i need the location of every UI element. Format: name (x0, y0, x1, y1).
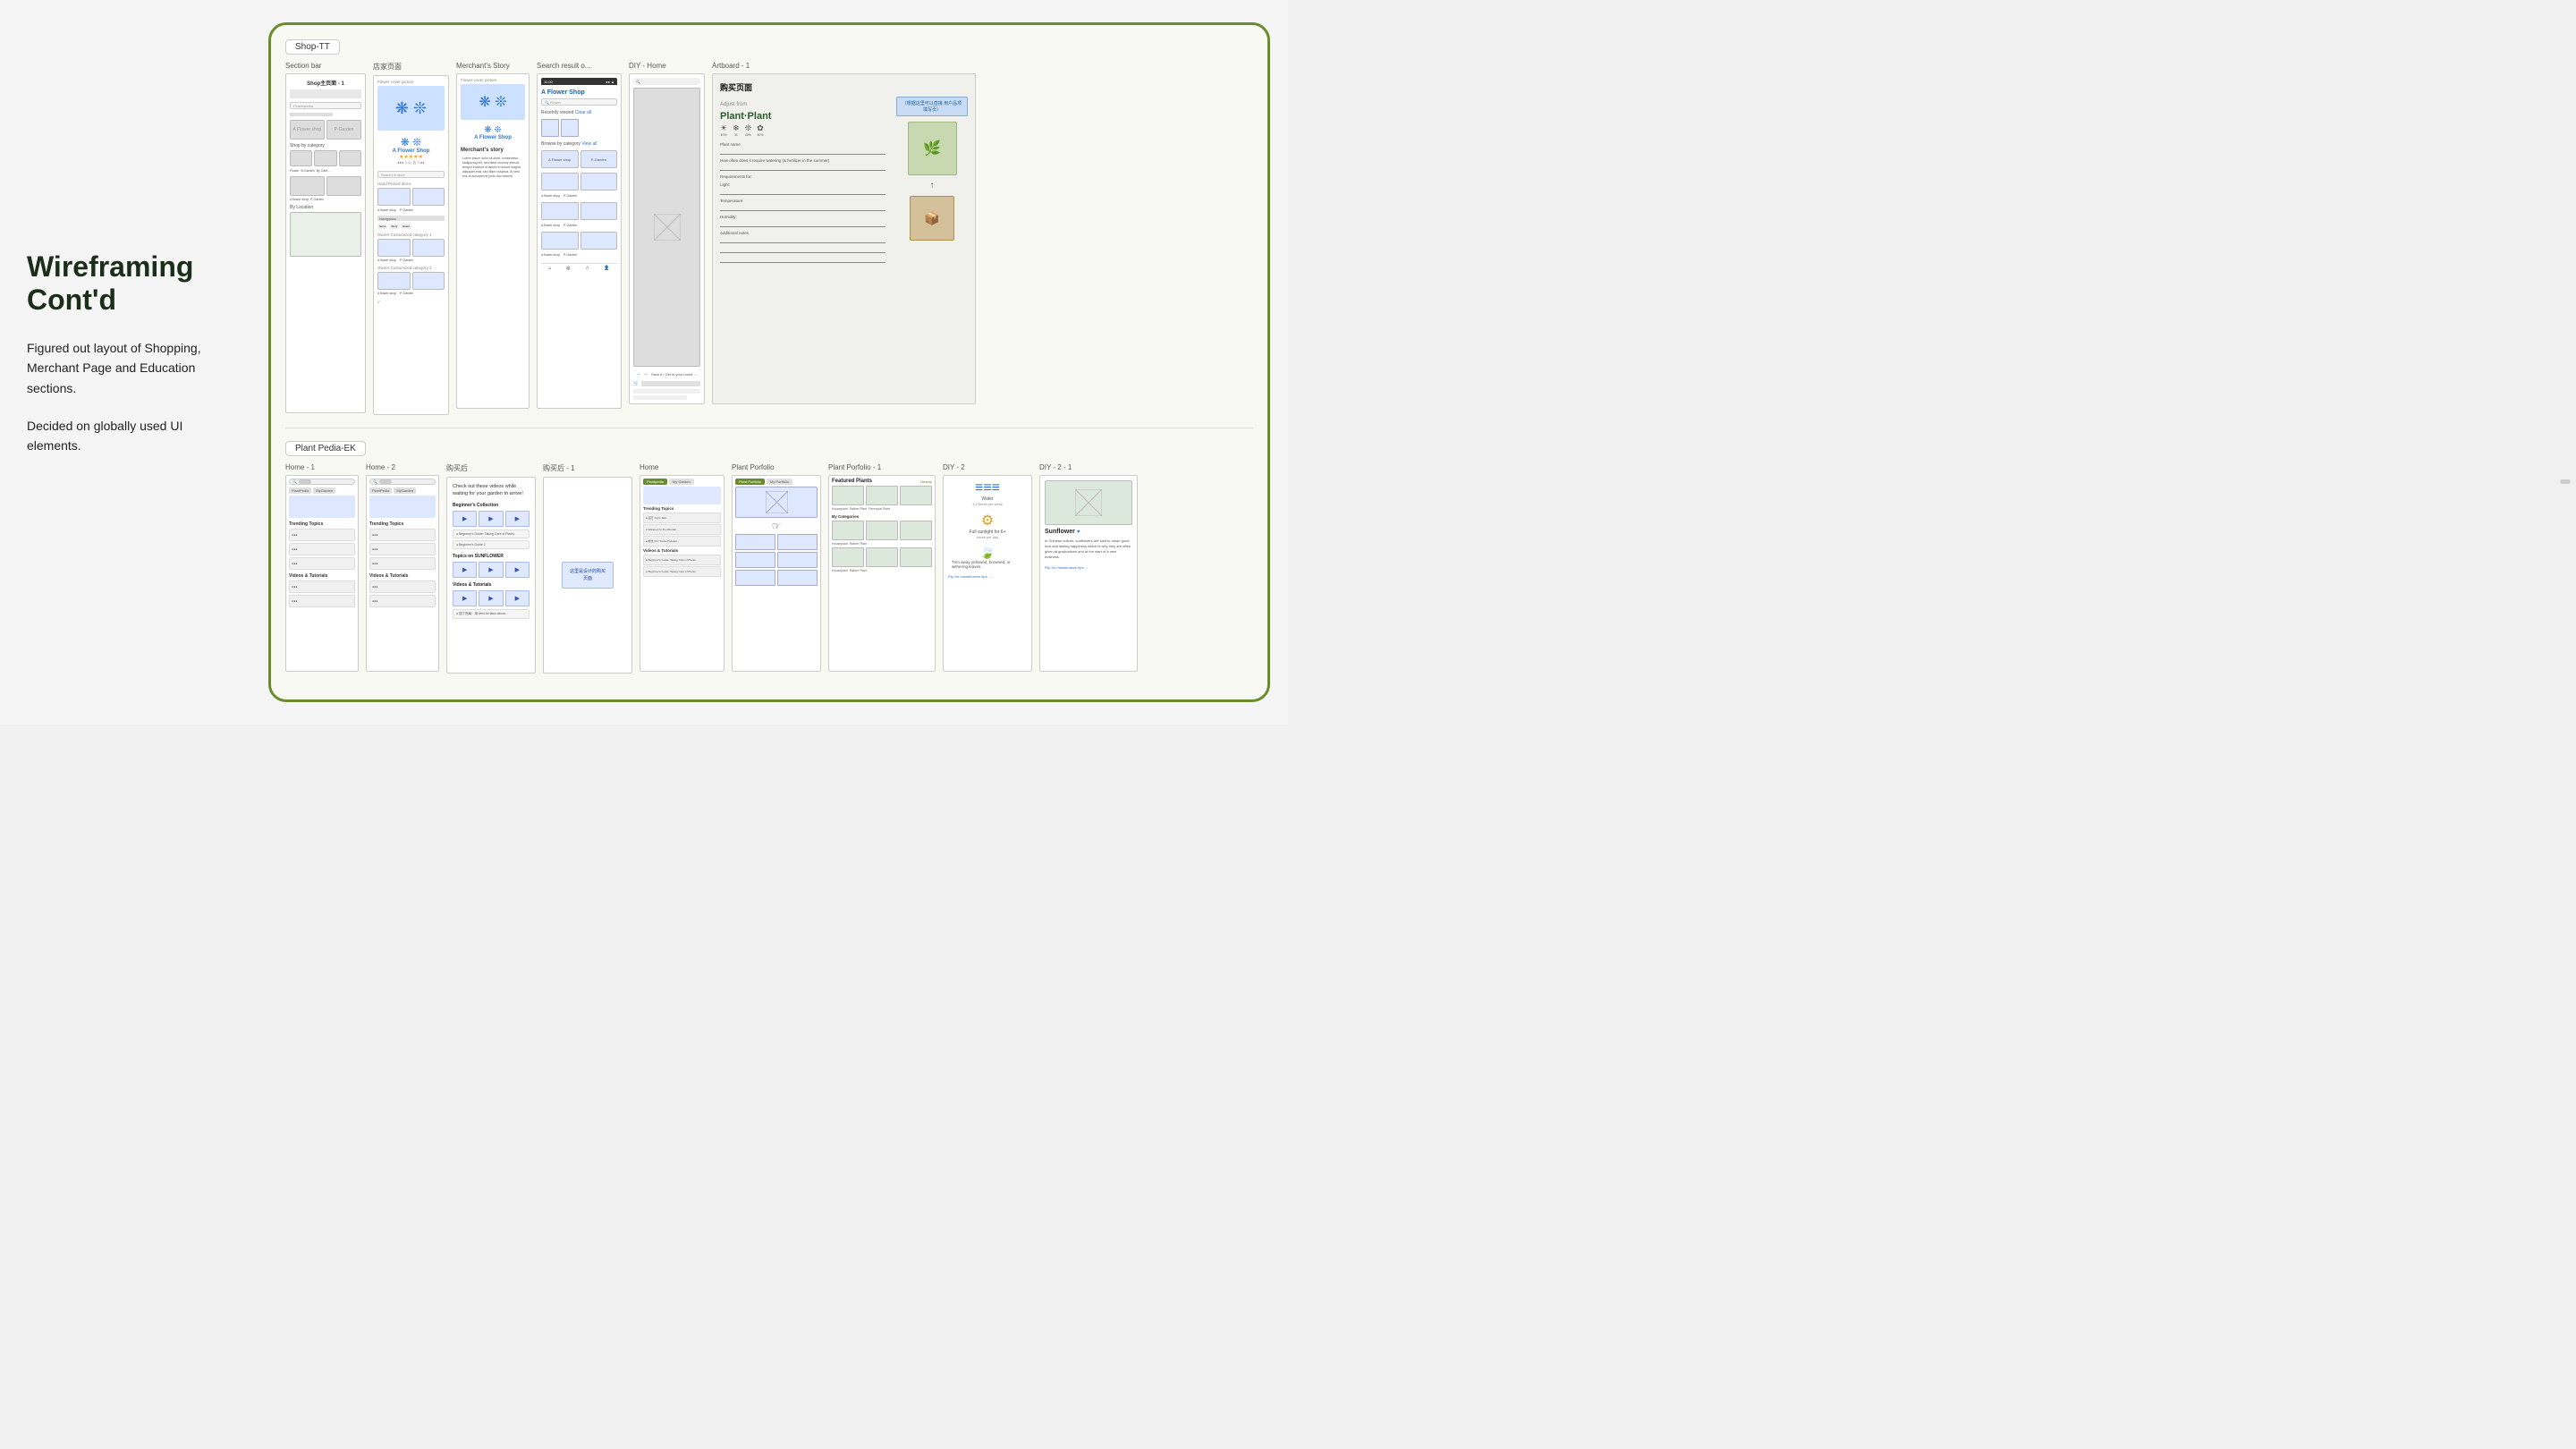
merchant-page-label: 店家页面 (373, 62, 449, 72)
diy-home-top-frame-wrapper: DIY - Home 🔍 (629, 62, 705, 404)
search-result-frame: 11:00 ●● ▲ A Flower Shop 🔍 Flower Recent… (537, 73, 622, 409)
shop-tt-section: Shop-TT Section bar Shop主页面 - 1 Flowerpe… (285, 39, 1253, 415)
artboard-1-frame: 购买页面 Adjust from Plant·Plant (712, 73, 976, 404)
top-frames-row: Section bar Shop主页面 - 1 Flowerpedia A Fl… (285, 62, 1253, 415)
purchase-after-1-wrapper: 购买后 - 1 这里是设计的购买页面 (543, 463, 632, 674)
chinese-label-text: （根据这里可以直接 用户品项填写页） (902, 101, 962, 113)
merchants-story-frame: Flower cover picture ❋ ❊ ❋ ❊ A Flower Sh… (456, 73, 530, 409)
featured-plants-title: Featured Plants (832, 479, 872, 484)
diy-home-top-label: DIY - Home (629, 62, 705, 70)
home-1-frame: 🔍 PlantPedia MyGarden Trending Topics ●●… (285, 475, 359, 672)
description-paragraph-2: Decided on globally used UI elements. (27, 416, 233, 456)
search-result-frame-wrapper: Search result o... 11:00 ●● ▲ A Flower S… (537, 62, 622, 409)
pp-home-frame: Plantpedia My Garden Trending Topics ● 园… (640, 475, 724, 672)
page-container: Wireframing Cont'd Figured out layout of… (0, 0, 1288, 724)
merchants-story-label: Merchant's Story (456, 62, 530, 70)
pp-home-wrapper: Home Plantpedia My Garden Trending Topic… (640, 463, 724, 672)
artboard-1-label: Artboard - 1 (712, 62, 976, 70)
merchant-page-frame: Flower cover picture ❋ ❊ ❋ ❊ A Flower Sh… (373, 75, 449, 415)
plant-portfolio-1-wrapper: Plant Porfolio - 1 Featured Plants Nearb… (828, 463, 936, 672)
shop-tt-label: Shop-TT (285, 39, 340, 55)
purchase-after-1-label: 购买后 - 1 (543, 463, 632, 473)
page-title: Wireframing Cont'd (27, 250, 233, 317)
plant-portfolio-label: Plant Porfolio (732, 463, 821, 471)
plant-portfolio-1-frame: Featured Plants Nearby HouseplantRather … (828, 475, 936, 672)
diy-2-wrapper: DIY - 2 ≡≡≡ Water 1-2 times per week (943, 463, 1032, 672)
home-1-label: Home - 1 (285, 463, 359, 471)
home-2-wrapper: Home - 2 🔍 PlantPedia MyGarden Trending … (366, 463, 439, 672)
pp-home-label: Home (640, 463, 724, 471)
purchase-after-label: 购买后 (446, 463, 536, 473)
section-bar-frame: Shop主页面 - 1 Flowerpedia A Flower shop P-… (285, 73, 366, 413)
plant-portfolio-frame: Plant Portfolio My Portfolio ☞ (732, 475, 821, 672)
left-panel: Wireframing Cont'd Figured out layout of… (18, 233, 242, 492)
description-paragraph-1: Figured out layout of Shopping, Merchant… (27, 338, 233, 398)
purchase-after-frame: Check out these videos while waiting for… (446, 477, 536, 674)
artboard-title: 购买页面 (720, 81, 968, 93)
bottom-frames-row: Home - 1 🔍 PlantPedia MyGarden Trending … (285, 463, 1253, 674)
section-bar-frame-wrapper: Section bar Shop主页面 - 1 Flowerpedia A Fl… (285, 62, 366, 413)
home-2-frame: 🔍 PlantPedia MyGarden Trending Topics ●●… (366, 475, 439, 672)
purchase-after-1-frame: 这里是设计的购买页面 (543, 477, 632, 674)
plant-pedia-section: Plant Pedia-EK Home - 1 🔍 PlantPedia MyG… (285, 441, 1253, 674)
home-2-label: Home - 2 (366, 463, 439, 471)
main-canvas: Shop-TT Section bar Shop主页面 - 1 Flowerpe… (268, 22, 1270, 702)
search-result-label: Search result o... (537, 62, 622, 70)
diy-2-frame: ≡≡≡ Water 1-2 times per week ⚙ Full sunl… (943, 475, 1032, 672)
plant-portfolio-1-label: Plant Porfolio - 1 (828, 463, 936, 471)
plant-pedia-label: Plant Pedia-EK (285, 441, 366, 456)
section-bar-label: Section bar (285, 62, 366, 70)
diy-2-1-frame: Sunflower ♥ In Chinese culture, sunflowe… (1039, 475, 1138, 672)
diy-2-label: DIY - 2 (943, 463, 1032, 471)
purchase-after-wrapper: 购买后 Check out these videos while waiting… (446, 463, 536, 674)
merchants-story-frame-wrapper: Merchant's Story Flower cover picture ❋ … (456, 62, 530, 409)
diy-home-top-frame: 🔍 ← → Save i (629, 73, 705, 404)
diy-2-1-label: DIY - 2 - 1 (1039, 463, 1138, 471)
merchant-page-frame-wrapper: 店家页面 Flower cover picture ❋ ❊ ❋ ❊ A Flo (373, 62, 449, 415)
plant-portfolio-wrapper: Plant Porfolio Plant Portfolio My Portfo… (732, 463, 821, 672)
diy-2-1-wrapper: DIY - 2 - 1 Sunflower ♥ (1039, 463, 1138, 672)
artboard-1-wrapper: Artboard - 1 购买页面 Adjust from (712, 62, 976, 404)
home-1-wrapper: Home - 1 🔍 PlantPedia MyGarden Trending … (285, 463, 359, 672)
